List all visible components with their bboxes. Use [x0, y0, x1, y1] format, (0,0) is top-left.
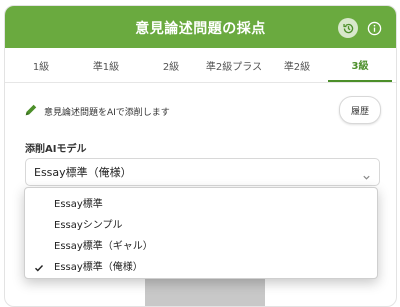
option-label: Essay標準（ギャル） [54, 241, 153, 252]
option-label: Essay標準（俺様） [54, 262, 143, 273]
pencil-icon [24, 102, 38, 121]
option-label: Essay標準 [54, 199, 103, 210]
grade-tabs: 1級 準1級 2級 準2級プラス 準2級 3級 [5, 48, 396, 83]
note-text: 意見論述問題をAIで添削します [44, 108, 170, 118]
tab-grade-pre-1[interactable]: 準1級 [74, 48, 138, 82]
tab-grade-pre-2[interactable]: 準2級 [265, 48, 329, 82]
ai-correction-note: 意見論述問題をAIで添削します [24, 102, 170, 121]
tab-grade-pre-2-plus[interactable]: 準2級プラス [202, 48, 266, 82]
tab-grade-1[interactable]: 1級 [9, 48, 73, 82]
model-label: 添削AIモデル [25, 144, 87, 155]
model-option[interactable]: Essay標準（ギャル） [25, 232, 377, 254]
info-icon[interactable] [364, 18, 384, 38]
tab-grade-3[interactable]: 3級 [328, 48, 392, 82]
model-option[interactable]: Essay標準 [25, 190, 377, 212]
checkmark-icon [34, 258, 44, 277]
tab-grade-2[interactable]: 2級 [139, 48, 203, 82]
model-option[interactable]: Essayシンプル [25, 211, 377, 233]
chevron-down-icon [362, 167, 371, 186]
model-select-value: Essay標準（俺様） [34, 166, 132, 179]
header-bar: 意見論述問題の採点 [5, 6, 396, 48]
option-label: Essayシンプル [54, 220, 123, 231]
history-icon[interactable] [338, 18, 358, 38]
model-select[interactable]: Essay標準（俺様） [25, 158, 380, 186]
model-option-selected[interactable]: Essay標準（俺様） [25, 253, 377, 275]
model-dropdown-menu: Essay標準 Essayシンプル Essay標準（ギャル） Essay標準（俺… [24, 187, 378, 279]
history-button[interactable]: 履歴 [339, 96, 381, 124]
